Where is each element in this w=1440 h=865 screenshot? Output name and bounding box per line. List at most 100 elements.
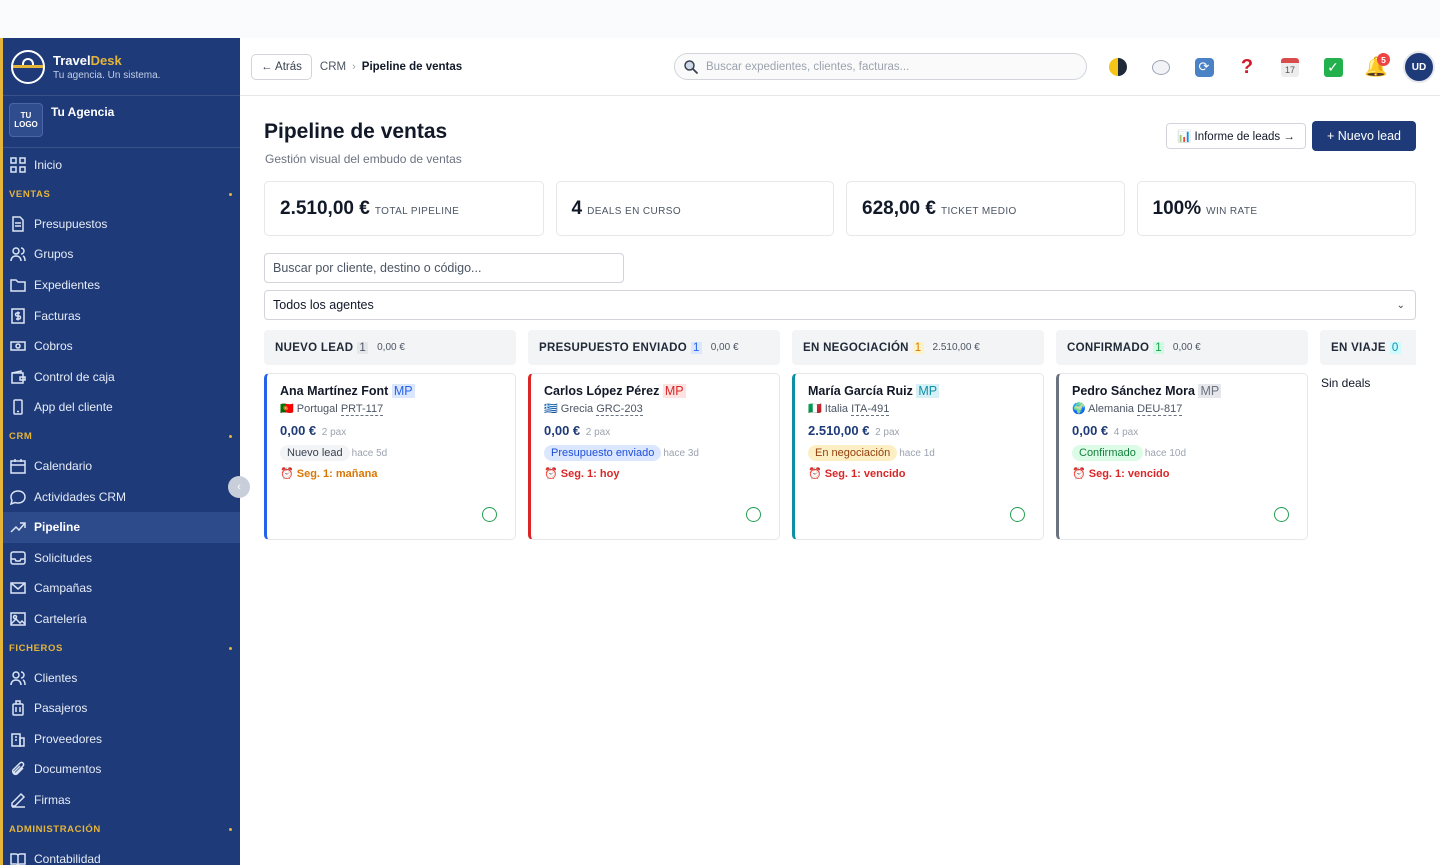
sidebar-item-campanas[interactable]: Campañas bbox=[3, 573, 240, 604]
deal-card[interactable]: Carlos López Pérez MP 🇬🇷 Grecia GRC-203 … bbox=[528, 373, 780, 540]
sidebar-section-crm[interactable]: CRM bbox=[3, 423, 240, 451]
sidebar-section-administracion[interactable]: ADMINISTRACIÓN bbox=[3, 815, 240, 843]
sidebar-item-contabilidad[interactable]: Contabilidad bbox=[3, 843, 240, 865]
calendar-icon: 17 bbox=[1281, 57, 1299, 77]
users-icon bbox=[9, 669, 27, 687]
deal-age: hace 5d bbox=[351, 447, 388, 459]
breadcrumb: CRM › Pipeline de ventas bbox=[320, 61, 462, 73]
sidebar-item-presupuestos[interactable]: Presupuestos bbox=[3, 209, 240, 240]
sidebar-item-grupos[interactable]: Grupos bbox=[3, 239, 240, 270]
whatsapp-icon[interactable] bbox=[1274, 507, 1289, 522]
leads-report-button[interactable]: 📊 Informe de leads → bbox=[1166, 123, 1306, 149]
whatsapp-icon[interactable] bbox=[482, 507, 497, 522]
sidebar-item-label: Campañas bbox=[34, 581, 93, 596]
messages-button[interactable] bbox=[1145, 51, 1177, 83]
deal-price: 0,00 € bbox=[280, 423, 317, 438]
deal-age: hace 10d bbox=[1144, 447, 1187, 459]
column-title: PRESUPUESTO ENVIADO bbox=[539, 341, 687, 354]
whatsapp-icon[interactable] bbox=[1010, 507, 1025, 522]
chevron-right-icon: › bbox=[352, 60, 356, 73]
flag-icon: 🇵🇹 bbox=[280, 403, 294, 415]
sidebar-item-label: Contabilidad bbox=[34, 851, 101, 865]
sidebar-item-documentos[interactable]: Documentos bbox=[3, 754, 240, 785]
sidebar-item-expedientes[interactable]: Expedientes bbox=[3, 270, 240, 301]
deal-code-link[interactable]: DEU-817 bbox=[1137, 403, 1183, 416]
deal-age: hace 3d bbox=[663, 447, 699, 459]
column-header: CONFIRMADO 1 0,00 € bbox=[1056, 330, 1308, 365]
breadcrumb-crm[interactable]: CRM bbox=[320, 61, 346, 73]
sidebar-item-actividades-crm[interactable]: Actividades CRM bbox=[3, 481, 240, 512]
deal-search-input[interactable]: Buscar por cliente, destino o código... bbox=[264, 253, 624, 283]
deal-client-name: Carlos López Pérez bbox=[544, 384, 660, 398]
deal-card[interactable]: Ana Martínez Font MP 🇵🇹 Portugal PRT-117… bbox=[264, 373, 516, 540]
theme-toggle-button[interactable] bbox=[1102, 51, 1134, 83]
image-icon bbox=[9, 610, 27, 628]
sidebar-item-calendario[interactable]: Calendario bbox=[3, 451, 240, 482]
sidebar-item-facturas[interactable]: Facturas bbox=[3, 300, 240, 331]
deal-code-link[interactable]: GRC-203 bbox=[596, 403, 643, 416]
sidebar-item-label: Control de caja bbox=[34, 369, 115, 384]
tasks-button[interactable]: ✓ bbox=[1317, 51, 1349, 83]
stat-total-pipeline: 2.510,00 € TOTAL PIPELINE bbox=[264, 181, 544, 236]
column-title: EN NEGOCIACIÓN bbox=[803, 341, 909, 354]
sidebar-item-cobros[interactable]: Cobros bbox=[3, 331, 240, 362]
sidebar-item-inicio[interactable]: Inicio bbox=[3, 150, 240, 181]
flag-icon: 🌍 bbox=[1072, 403, 1086, 415]
trend-icon bbox=[9, 518, 27, 536]
sidebar-item-pasajeros[interactable]: Pasajeros bbox=[3, 693, 240, 724]
sidebar-item-control-de-caja[interactable]: Control de caja bbox=[3, 362, 240, 393]
luggage-icon bbox=[9, 699, 27, 717]
deal-code-link[interactable]: PRT-117 bbox=[340, 403, 384, 416]
file-icon bbox=[9, 215, 27, 233]
new-lead-button[interactable]: + Nuevo lead bbox=[1312, 121, 1416, 151]
deal-age: hace 1d bbox=[899, 447, 935, 459]
notifications-button[interactable]: 🔔 5 bbox=[1360, 51, 1392, 83]
sidebar-item-pipeline[interactable]: Pipeline bbox=[3, 511, 240, 543]
sidebar: TravelDesk Tu agencia. Un sistema. TU LOG… bbox=[0, 38, 240, 865]
sidebar-section-ficheros[interactable]: FICHEROS bbox=[3, 634, 240, 662]
sidebar-item-label: App del cliente bbox=[34, 400, 113, 415]
deal-pax: 2 pax bbox=[875, 427, 900, 438]
pipeline-column-presupuesto-enviado: PRESUPUESTO ENVIADO 1 0,00 € Carlos Lópe… bbox=[528, 330, 780, 540]
deal-price: 0,00 € bbox=[1072, 423, 1109, 438]
help-button[interactable]: ? bbox=[1231, 51, 1263, 83]
flag-icon: 🇬🇷 bbox=[544, 403, 558, 415]
sidebar-item-label: Pasajeros bbox=[34, 701, 88, 716]
deal-country: Grecia bbox=[560, 403, 594, 415]
sidebar-item-label: Facturas bbox=[34, 308, 81, 323]
deal-code-link[interactable]: ITA-491 bbox=[851, 403, 890, 416]
user-avatar[interactable]: UD bbox=[1403, 51, 1435, 83]
sidebar-item-solicitudes[interactable]: Solicitudes bbox=[3, 543, 240, 574]
column-title: CONFIRMADO bbox=[1067, 341, 1150, 354]
refresh-button[interactable]: ⟳ bbox=[1188, 51, 1220, 83]
pipeline-column-nuevo-lead: NUEVO LEAD 1 0,00 € Ana Martínez Font MP… bbox=[264, 330, 516, 540]
deal-stage-badge: Confirmado bbox=[1072, 445, 1143, 461]
whatsapp-icon[interactable] bbox=[746, 507, 761, 522]
deal-country: Alemania bbox=[1088, 403, 1135, 415]
deal-country: Italia bbox=[824, 403, 849, 415]
deal-client-name: Ana Martínez Font bbox=[280, 384, 389, 398]
column-header: EN NEGOCIACIÓN 1 2.510,00 € bbox=[792, 330, 1044, 365]
calendar-button[interactable]: 17 bbox=[1274, 51, 1306, 83]
back-button[interactable]: ← Atrás bbox=[251, 53, 312, 80]
column-header: EN VIAJE 0 bbox=[1320, 330, 1416, 365]
agency-switcher[interactable]: TU LOGO Tu Agencia bbox=[3, 96, 240, 148]
deal-card[interactable]: María García Ruiz MP 🇮🇹 Italia ITA-491 2… bbox=[792, 373, 1044, 540]
column-header: PRESUPUESTO ENVIADO 1 0,00 € bbox=[528, 330, 780, 365]
brand[interactable]: TravelDesk Tu agencia. Un sistema. bbox=[3, 38, 240, 96]
sidebar-item-app-del-cliente[interactable]: App del cliente bbox=[3, 392, 240, 423]
sidebar-section-ventas[interactable]: VENTAS bbox=[3, 181, 240, 209]
agent-initials: MP bbox=[1198, 384, 1222, 398]
sidebar-item-clientes[interactable]: Clientes bbox=[3, 662, 240, 693]
deal-followup: ⏰ Seg. 1: vencido bbox=[808, 468, 906, 480]
sidebar-item-firmas[interactable]: Firmas bbox=[3, 785, 240, 816]
agents-select[interactable]: Todos los agentes ⌄ bbox=[264, 290, 1416, 320]
deal-stage-badge: Nuevo lead bbox=[280, 445, 350, 461]
sidebar-collapse-button[interactable]: ‹ bbox=[228, 476, 250, 498]
sidebar-item-carteleria[interactable]: Cartelería bbox=[3, 604, 240, 635]
sidebar-item-proveedores[interactable]: Proveedores bbox=[3, 724, 240, 755]
deal-card[interactable]: Pedro Sánchez Mora MP 🌍 Alemania DEU-817… bbox=[1056, 373, 1308, 540]
deal-stage-badge: En negociación bbox=[808, 445, 898, 461]
global-search-input[interactable]: Buscar expedientes, clientes, facturas..… bbox=[674, 53, 1087, 80]
search-placeholder: Buscar expedientes, clientes, facturas..… bbox=[706, 60, 910, 73]
